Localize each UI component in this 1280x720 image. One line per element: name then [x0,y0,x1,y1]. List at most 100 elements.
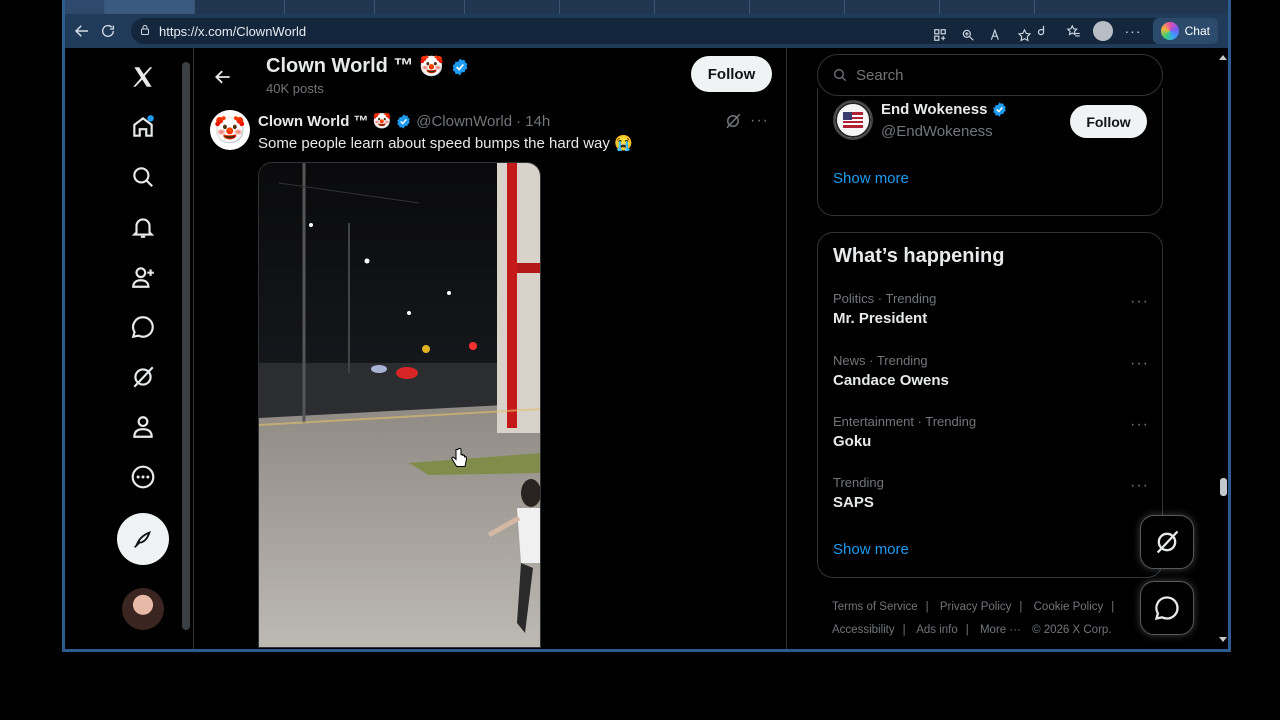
trend-item[interactable]: Entertainment · Trending Goku ··· [833,414,1149,470]
follow-suggested-button[interactable]: Follow [1070,105,1147,138]
messages-bubble-icon[interactable] [120,304,166,350]
post-time[interactable]: · 14h [516,113,550,130]
left-navigation [65,48,179,649]
left-scrollbar-thumb[interactable] [182,62,190,630]
verified-badge-icon [993,102,1007,117]
scroll-down-arrow-icon[interactable] [1217,635,1229,645]
trending-show-more-link[interactable]: Show more [833,541,909,558]
browser-essentials-icon[interactable] [1030,18,1056,44]
post-video[interactable] [258,162,541,648]
page-scrollbar-thumb[interactable] [1220,478,1227,496]
scroll-up-arrow-icon[interactable] [1217,52,1229,62]
clown-avatar-emoji: 🤡 [213,114,247,145]
back-arrow-icon[interactable] [206,60,240,94]
trend-context: Entertainment · Trending [833,414,977,429]
messages-floating-button[interactable] [1140,581,1194,635]
trend-more-icon[interactable]: ··· [1130,416,1149,434]
more-circle-icon[interactable] [120,454,166,500]
profile-timeline: Clown World ™ 🤡 40K posts Follow 🤡 Clown… [193,48,787,649]
footer-link-accessibility[interactable]: Accessibility [832,624,895,636]
footer-link-privacy[interactable]: Privacy Policy [940,601,1012,613]
clown-emoji: 🤡 [372,113,392,130]
apps-icon[interactable] [927,22,953,48]
show-more-link[interactable]: Show more [833,170,909,187]
browser-tab[interactable] [285,0,375,14]
suggested-name-text[interactable]: End Wokeness [881,101,987,118]
back-arrow-icon[interactable] [69,18,95,44]
browser-tab[interactable] [65,0,105,14]
address-bar-actions [927,22,1037,48]
browser-tab-active[interactable] [105,0,195,14]
trend-more-icon[interactable]: ··· [1130,477,1149,495]
browser-tab[interactable] [655,0,750,14]
footer-link-terms[interactable]: Terms of Service [832,601,918,613]
footer-links: Terms of Service | Privacy Policy | Cookie… [832,601,1115,636]
trending-card: What’s happening Politics · Trending Mr.… [817,232,1163,578]
favorites-icon[interactable] [1060,18,1086,44]
grok-icon[interactable] [724,112,742,135]
explore-icon[interactable] [120,154,166,200]
trend-context: Trending [833,475,884,490]
grok-icon[interactable] [120,354,166,400]
account-avatar[interactable] [122,588,164,630]
x-page: Clown World ™ 🤡 40K posts Follow 🤡 Clown… [65,48,1228,649]
left-scrollbar[interactable] [181,54,191,644]
crying-emoji: 😭 [614,135,633,152]
follow-button[interactable]: Follow [691,56,772,92]
trend-item[interactable]: Politics · Trending Mr. President ··· [833,291,1149,347]
chat-label: Chat [1184,24,1210,38]
verified-badge-icon [452,58,468,75]
trend-topic: Goku [833,433,872,450]
post-author-name[interactable]: Clown World ™ [258,113,369,130]
search-input[interactable] [856,66,1136,84]
profile-header: Clown World ™ 🤡 40K posts Follow [194,48,786,100]
suggested-account-handle[interactable]: @EndWokeness [881,123,993,140]
hand-cursor-icon [451,448,467,475]
verified-badge-icon [397,113,410,129]
end-wokeness-avatar[interactable] [833,100,873,140]
tab-strip [65,0,1228,14]
notifications-bell-icon[interactable] [120,204,166,250]
reload-icon[interactable] [95,18,121,44]
footer-link-more[interactable]: More ··· [980,624,1021,636]
compose-post-button[interactable] [117,513,169,565]
more-menu-icon[interactable]: ··· [1120,18,1146,44]
zoom-icon[interactable] [955,22,981,48]
more-options-icon[interactable]: ··· [750,112,769,130]
follow-people-icon[interactable] [120,254,166,300]
suggested-account-name[interactable]: End Wokeness [881,101,1008,118]
footer-link-ads[interactable]: Ads info [916,624,958,636]
trend-item[interactable]: News · Trending Candace Owens ··· [833,353,1149,409]
page-scrollbar[interactable] [1217,48,1229,649]
browser-tab[interactable] [465,0,560,14]
browser-window: https://x.com/ClownWorld ··· Chat Clown … [62,0,1231,652]
grok-floating-button[interactable] [1140,515,1194,569]
x-logo-icon[interactable] [120,54,166,100]
browser-tab[interactable] [195,0,285,14]
video-frame [259,163,540,647]
browser-tab[interactable] [750,0,845,14]
trend-more-icon[interactable]: ··· [1130,293,1149,311]
browser-tab[interactable] [560,0,655,14]
trend-context: Politics · Trending [833,291,937,306]
footer-link-cookies[interactable]: Cookie Policy [1034,601,1104,613]
site-info-icon[interactable] [139,24,151,39]
browser-tab[interactable] [375,0,465,14]
clown-emoji: 🤡 [419,56,445,78]
browser-tab[interactable] [940,0,1035,14]
address-bar[interactable]: https://x.com/ClownWorld [131,18,1171,44]
read-aloud-icon[interactable] [983,22,1009,48]
trend-more-icon[interactable]: ··· [1130,355,1149,373]
post-avatar[interactable]: 🤡 [210,110,250,150]
home-icon[interactable] [120,104,166,150]
trending-title: What’s happening [833,245,1005,267]
copilot-chat-button[interactable]: Chat [1152,18,1218,44]
post-author-handle[interactable]: @ClownWorld [416,113,512,130]
trend-item[interactable]: Trending SAPS ··· [833,475,1149,531]
browser-toolbar: https://x.com/ClownWorld ··· Chat [65,14,1228,48]
copilot-icon [1160,22,1179,40]
profile-icon[interactable] [120,404,166,450]
profile-avatar-icon[interactable] [1090,18,1116,44]
browser-tab[interactable] [845,0,940,14]
url-text[interactable]: https://x.com/ClownWorld [159,24,306,39]
